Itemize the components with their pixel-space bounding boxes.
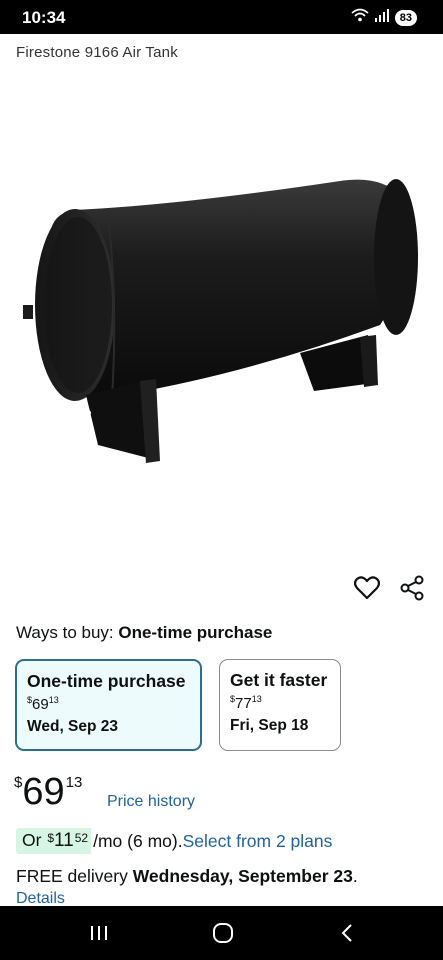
select-plans-link[interactable]: Select from 2 plans bbox=[183, 831, 333, 852]
price-fraction: 13 bbox=[251, 694, 262, 704]
monthly-payment: Or $11 52 /mo (6 mo). Select from 2 plans bbox=[16, 828, 332, 854]
option-name: One-time purchase bbox=[27, 671, 186, 691]
price-fraction: 13 bbox=[65, 774, 83, 791]
monthly-suffix: /mo (6 mo). bbox=[93, 830, 183, 851]
monthly-highlight: Or $11 52 bbox=[16, 828, 92, 854]
signal-icon bbox=[374, 8, 390, 27]
heart-icon[interactable] bbox=[352, 573, 382, 603]
monthly-whole: 11 bbox=[54, 830, 74, 851]
details-link[interactable]: Details bbox=[16, 890, 65, 905]
delivery-period: . bbox=[352, 866, 358, 886]
ways-to-buy-selected: One-time purchase bbox=[118, 623, 273, 642]
main-price: $ 69 13 bbox=[14, 770, 82, 814]
status-time: 10:34 bbox=[22, 8, 66, 27]
status-bar: 10:34 83 bbox=[0, 0, 443, 34]
price-history-link[interactable]: Price history bbox=[107, 793, 195, 811]
option-price: $6913 bbox=[27, 695, 190, 713]
delivery-prefix: FREE delivery bbox=[16, 866, 128, 886]
wifi-icon bbox=[351, 8, 369, 27]
back-icon[interactable] bbox=[332, 918, 362, 948]
price-whole: 69 bbox=[22, 771, 65, 813]
monthly-fraction: 52 bbox=[74, 831, 89, 845]
option-price: $7713 bbox=[230, 694, 330, 712]
ways-to-buy: Ways to buy: One-time purchase bbox=[16, 623, 272, 643]
monthly-prefix: Or bbox=[22, 830, 42, 850]
delivery-info: FREE delivery Wednesday, September 23. bbox=[16, 866, 358, 887]
product-title: Firestone 9166 Air Tank bbox=[16, 44, 178, 61]
option-get-it-faster[interactable]: Get it faster $7713 Fri, Sep 18 bbox=[219, 659, 341, 751]
option-name: Get it faster bbox=[230, 670, 328, 690]
delivery-date: Wednesday, September 23 bbox=[132, 866, 353, 886]
product-image[interactable] bbox=[20, 165, 423, 475]
ways-to-buy-label: Ways to buy: bbox=[16, 623, 114, 642]
price-whole: 77 bbox=[235, 695, 252, 712]
price-whole: 69 bbox=[32, 696, 49, 713]
recents-icon[interactable] bbox=[84, 918, 114, 948]
option-date: Fri, Sep 18 bbox=[230, 717, 309, 734]
price-symbol: $ bbox=[14, 774, 23, 791]
home-icon[interactable] bbox=[208, 918, 238, 948]
share-icon[interactable] bbox=[397, 573, 427, 603]
status-icons: 83 bbox=[351, 8, 417, 27]
battery-indicator: 83 bbox=[394, 9, 417, 26]
price-fraction: 13 bbox=[48, 695, 59, 705]
option-one-time-purchase[interactable]: One-time purchase $6913 Wed, Sep 23 bbox=[15, 659, 202, 751]
monthly-symbol: $ bbox=[47, 831, 55, 845]
option-date: Wed, Sep 23 bbox=[27, 718, 119, 735]
navigation-bar bbox=[0, 906, 443, 960]
